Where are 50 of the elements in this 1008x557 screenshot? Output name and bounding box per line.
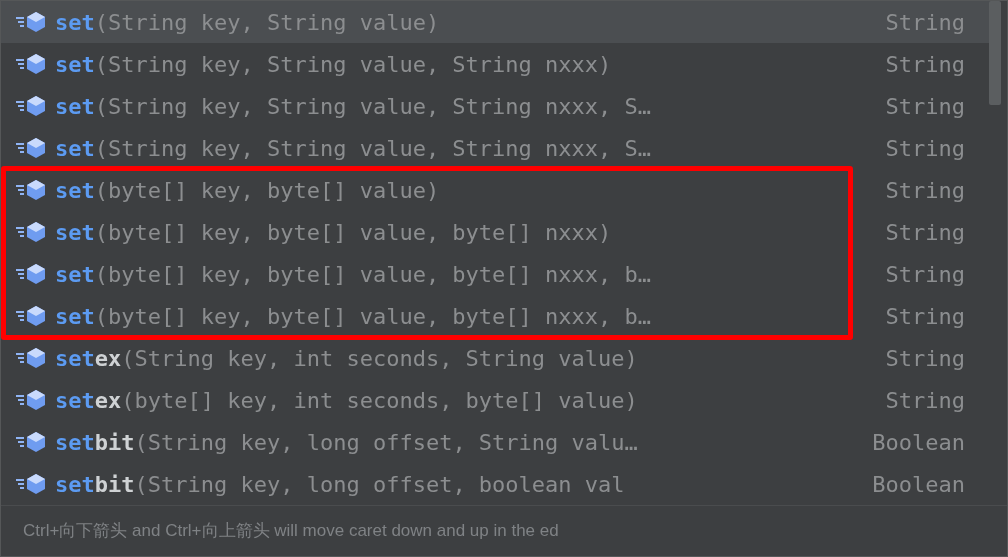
method-name: set — [55, 302, 95, 331]
method-params: (String key, long offset, boolean val — [134, 470, 625, 499]
method-name: set — [55, 134, 95, 163]
method-name: setbit — [55, 428, 135, 457]
return-type: String — [885, 92, 965, 121]
method-icon — [15, 95, 47, 117]
method-name: set — [55, 50, 95, 79]
method-icon — [15, 11, 47, 33]
method-params: (String key, long offset, String valu… — [134, 428, 638, 457]
return-type: Boolean — [872, 470, 965, 499]
hint-text: Ctrl+向下箭头 and Ctrl+向上箭头 will move caret down and up in the ed — [23, 520, 559, 543]
return-type: String — [885, 134, 965, 163]
method-icon — [15, 431, 47, 453]
method-icon — [15, 137, 47, 159]
return-type: String — [885, 218, 965, 247]
method-name: set — [55, 218, 95, 247]
method-name: setex — [55, 344, 122, 373]
method-name: setbit — [55, 470, 135, 499]
method-icon — [15, 221, 47, 243]
method-icon — [15, 347, 47, 369]
return-type: String — [885, 8, 965, 37]
method-name: setex — [55, 386, 122, 415]
method-params: (String key, String value, String nxxx) — [94, 50, 612, 79]
return-type: String — [885, 50, 965, 79]
return-type: String — [885, 386, 965, 415]
method-icon — [15, 305, 47, 327]
method-icon — [15, 53, 47, 75]
method-params: (byte[] key, byte[] value, byte[] nxxx) — [94, 218, 612, 247]
method-params: (byte[] key, byte[] value, byte[] nxxx, b… — [94, 260, 652, 289]
method-params: (String key, int seconds, String value) — [121, 344, 638, 373]
method-params: (byte[] key, int seconds, byte[] value) — [121, 386, 638, 415]
return-type: Boolean — [872, 428, 965, 457]
method-params: (byte[] key, byte[] value) — [94, 176, 440, 205]
return-type: String — [885, 260, 965, 289]
method-name: set — [55, 8, 95, 37]
method-params: (String key, String value, String nxxx, S… — [94, 92, 652, 121]
method-params: (byte[] key, byte[] value, byte[] nxxx, b… — [94, 302, 652, 331]
return-type: String — [885, 176, 965, 205]
method-name: set — [55, 92, 95, 121]
method-name: set — [55, 176, 95, 205]
method-icon — [15, 473, 47, 495]
method-params: (String key, String value) — [94, 8, 440, 37]
method-name: set — [55, 260, 95, 289]
method-icon — [15, 179, 47, 201]
return-type: String — [885, 302, 965, 331]
scrollbar-thumb[interactable] — [989, 1, 1001, 105]
return-type: String — [885, 344, 965, 373]
method-icon — [15, 263, 47, 285]
method-params: (String key, String value, String nxxx, S… — [94, 134, 652, 163]
method-icon — [15, 389, 47, 411]
